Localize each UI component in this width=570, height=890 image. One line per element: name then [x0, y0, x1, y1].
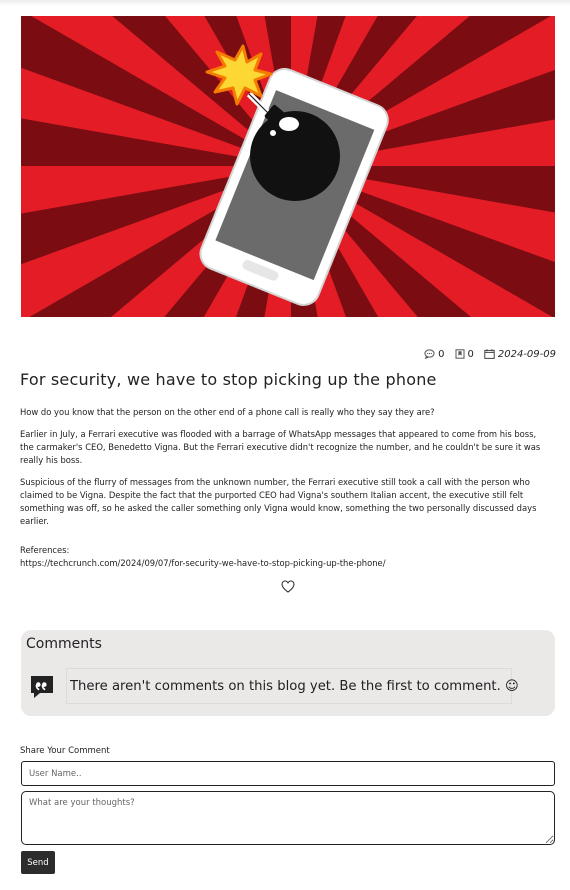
bookmark-icon — [455, 349, 464, 359]
calendar-icon — [484, 349, 495, 359]
top-header-strip — [0, 0, 570, 6]
references-label: References: — [20, 545, 70, 555]
user-name-input[interactable] — [21, 761, 555, 786]
post-paragraph: Earlier in July, a Ferrari executive was… — [20, 429, 541, 465]
post-title: For security, we have to stop picking up… — [20, 370, 437, 389]
comment-count: 0 — [424, 348, 445, 360]
bookmark-count: 0 — [455, 349, 474, 360]
reference-link[interactable]: https://techcrunch.com/2024/09/07/for-se… — [20, 557, 550, 570]
quote-bubble-icon — [31, 676, 53, 698]
post-paragraph: How do you know that the person on the o… — [20, 407, 435, 417]
comment-textarea[interactable] — [21, 791, 555, 845]
send-button[interactable]: Send — [21, 851, 55, 874]
comments-heading: Comments — [26, 636, 102, 652]
no-comments-message: There aren't comments on this blog yet. … — [66, 668, 519, 704]
heart-icon — [281, 579, 295, 593]
comment-count-value: 0 — [438, 348, 445, 360]
hero-illustration — [21, 16, 555, 317]
comments-section: Comments There aren't comments on this b… — [21, 630, 555, 716]
post-meta-row: 0 0 2024-09-09 — [300, 346, 556, 362]
share-comment-label: Share Your Comment — [20, 746, 110, 756]
no-comments-text: There aren't comments on this blog yet. … — [70, 678, 519, 694]
post-paragraph: Suspicious of the flurry of messages fro… — [20, 477, 537, 526]
speech-bubble-icon — [424, 349, 435, 359]
post-hero-image — [21, 16, 555, 317]
like-button[interactable] — [280, 578, 296, 594]
post-body: How do you know that the person on the o… — [20, 406, 550, 570]
post-date-value: 2024-09-09 — [497, 348, 556, 360]
bookmark-count-value: 0 — [467, 348, 474, 360]
post-date: 2024-09-09 — [484, 349, 556, 360]
